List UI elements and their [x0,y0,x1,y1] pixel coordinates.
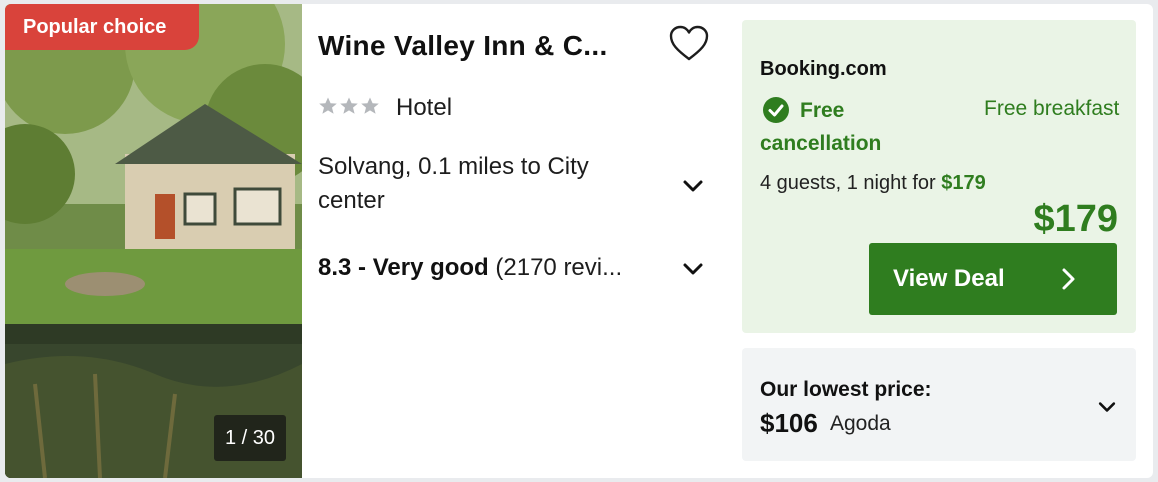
hotel-name[interactable]: Wine Valley Inn & C... [318,30,608,62]
hotel-rating: 8.3 - Very good (2170 revi... [318,254,622,282]
heart-icon[interactable] [667,22,711,66]
lowest-price-agent: Agoda [830,412,891,435]
deal-box[interactable]: Booking.com Free cancellation Free break… [742,20,1136,333]
view-deal-label: View Deal [893,265,1005,292]
chevron-down-icon[interactable] [1095,395,1119,419]
star-icon [319,97,337,114]
photo-counter: 1 / 30 [214,415,286,461]
rating-score: 8.3 - Very good [318,254,489,281]
guests-price: $179 [941,172,986,194]
popular-choice-badge: Popular choice [5,4,199,50]
star-icon [340,97,358,114]
photo-image [5,4,302,478]
hotel-result-card[interactable]: Popular choice 1 / 30 Wine Valley Inn & … [5,4,1153,478]
free-breakfast: Free breakfast [984,97,1120,120]
free-cancellation: Free cancellation [760,99,882,155]
rating-reviews: (2170 revi... [495,254,623,281]
lowest-price-box[interactable]: Our lowest price: $106 Agoda [742,348,1136,461]
provider-name: Booking.com [760,58,887,80]
hotel-info: Wine Valley Inn & C... Hotel Solvang, 0.… [318,4,718,478]
star-rating [318,96,380,116]
lowest-price-value: $106 [760,408,818,438]
chevron-down-icon[interactable] [679,172,707,200]
deal-price: $179 [1033,198,1118,240]
lowest-price-label: Our lowest price: [760,378,932,401]
view-deal-button[interactable]: View Deal [869,243,1117,315]
hotel-type: Hotel [396,94,453,121]
hotel-photo[interactable]: Popular choice 1 / 30 [5,4,302,478]
star-icon [361,97,379,114]
chevron-right-icon [1062,268,1075,290]
chevron-down-icon[interactable] [679,255,707,283]
hotel-location: Solvang, 0.1 miles to City center [318,153,589,214]
guests-text: 4 guests, 1 night for [760,172,942,194]
guests-summary: 4 guests, 1 night for $179 [760,172,986,195]
